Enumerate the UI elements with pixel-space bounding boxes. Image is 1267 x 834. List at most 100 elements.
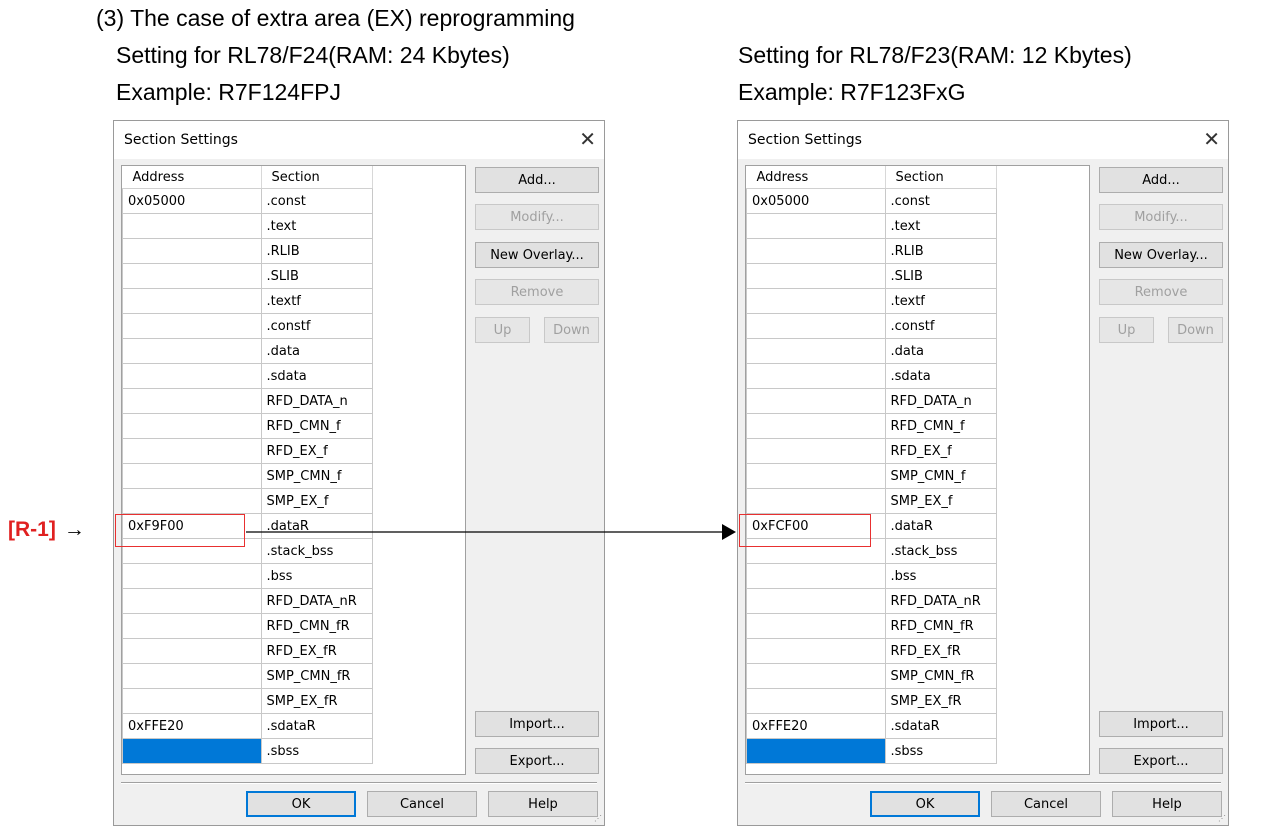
section-cell[interactable]: RFD_DATA_nR [260, 588, 373, 614]
section-cell[interactable]: .RLIB [260, 238, 373, 264]
table-row[interactable]: SMP_EX_fR [122, 688, 373, 714]
table-row[interactable]: .textf [746, 288, 997, 314]
address-cell[interactable] [746, 313, 886, 339]
section-cell[interactable]: RFD_CMN_f [884, 413, 997, 439]
section-cell[interactable]: .sbss [260, 738, 373, 764]
table-row[interactable]: .sbss [746, 738, 997, 764]
up-button[interactable]: Up [475, 317, 530, 343]
section-cell[interactable]: .stack_bss [884, 538, 997, 564]
section-cell[interactable]: RFD_EX_f [884, 438, 997, 464]
section-cell[interactable]: RFD_DATA_n [884, 388, 997, 414]
section-cell[interactable]: SMP_EX_fR [260, 688, 373, 714]
table-row[interactable]: RFD_EX_f [122, 438, 373, 464]
section-cell[interactable]: .text [884, 213, 997, 239]
table-row[interactable]: RFD_DATA_nR [746, 588, 997, 614]
help-button[interactable]: Help [488, 791, 598, 817]
address-cell[interactable] [746, 663, 886, 689]
section-cell[interactable]: .SLIB [884, 263, 997, 289]
section-cell[interactable]: RFD_CMN_fR [884, 613, 997, 639]
table-row[interactable]: 0x05000 .const [122, 188, 373, 214]
cancel-button[interactable]: Cancel [991, 791, 1101, 817]
table-row[interactable]: SMP_CMN_f [746, 463, 997, 489]
table-row[interactable]: .RLIB [122, 238, 373, 264]
section-cell[interactable]: .sdata [884, 363, 997, 389]
section-cell[interactable]: .data [260, 338, 373, 364]
address-cell[interactable] [746, 438, 886, 464]
section-cell[interactable]: SMP_EX_f [260, 488, 373, 514]
address-cell[interactable] [746, 213, 886, 239]
remove-button[interactable]: Remove [475, 279, 599, 305]
address-cell[interactable] [746, 488, 886, 514]
down-button[interactable]: Down [544, 317, 599, 343]
table-row[interactable]: SMP_EX_f [122, 488, 373, 514]
table-row[interactable]: SMP_CMN_f [122, 463, 373, 489]
export-button[interactable]: Export... [1099, 748, 1223, 774]
resize-grip-icon[interactable]: ⋰ [1218, 814, 1226, 823]
section-cell[interactable]: .constf [884, 313, 997, 339]
table-row[interactable]: .sdata [122, 363, 373, 389]
section-cell[interactable]: .constf [260, 313, 373, 339]
address-cell[interactable] [746, 363, 886, 389]
address-cell[interactable] [746, 463, 886, 489]
table-row[interactable]: .data [122, 338, 373, 364]
address-cell[interactable] [746, 388, 886, 414]
section-cell[interactable]: RFD_EX_f [260, 438, 373, 464]
table-row[interactable]: SMP_EX_f [746, 488, 997, 514]
table-row[interactable]: RFD_CMN_fR [122, 613, 373, 639]
address-cell[interactable]: 0xFFE20 [122, 713, 262, 739]
modify-button[interactable]: Modify... [1099, 204, 1223, 230]
address-cell[interactable]: 0x05000 [122, 188, 262, 214]
address-cell[interactable] [122, 413, 262, 439]
ok-button[interactable]: OK [870, 791, 980, 817]
up-button[interactable]: Up [1099, 317, 1154, 343]
modify-button[interactable]: Modify... [475, 204, 599, 230]
table-row[interactable]: RFD_CMN_f [746, 413, 997, 439]
table-row[interactable]: RFD_CMN_fR [746, 613, 997, 639]
table-row[interactable]: RFD_EX_fR [122, 638, 373, 664]
export-button[interactable]: Export... [475, 748, 599, 774]
section-cell[interactable]: .sbss [884, 738, 997, 764]
address-cell[interactable] [122, 338, 262, 364]
section-cell[interactable]: .textf [884, 288, 997, 314]
table-row[interactable]: .data [746, 338, 997, 364]
address-cell[interactable] [746, 588, 886, 614]
import-button[interactable]: Import... [1099, 711, 1223, 737]
address-cell[interactable] [746, 238, 886, 264]
section-cell[interactable]: .sdataR [884, 713, 997, 739]
address-cell[interactable] [122, 263, 262, 289]
address-cell[interactable] [122, 588, 262, 614]
section-cell[interactable]: .dataR [884, 513, 997, 539]
address-cell[interactable] [746, 338, 886, 364]
section-cell[interactable]: RFD_CMN_f [260, 413, 373, 439]
address-cell[interactable] [122, 638, 262, 664]
address-cell[interactable] [122, 388, 262, 414]
help-button[interactable]: Help [1112, 791, 1222, 817]
table-row[interactable]: .text [746, 213, 997, 239]
address-cell[interactable]: 0x05000 [746, 188, 886, 214]
address-cell[interactable] [122, 213, 262, 239]
address-cell[interactable] [746, 688, 886, 714]
resize-grip-icon[interactable]: ⋰ [594, 814, 602, 823]
down-button[interactable]: Down [1168, 317, 1223, 343]
table-row[interactable]: RFD_CMN_f [122, 413, 373, 439]
section-cell[interactable]: .sdata [260, 363, 373, 389]
address-cell[interactable] [746, 263, 886, 289]
close-icon[interactable]: ✕ [1203, 127, 1220, 152]
table-row[interactable]: .text [122, 213, 373, 239]
column-header-section[interactable]: Section [261, 166, 373, 189]
table-row[interactable]: .SLIB [746, 263, 997, 289]
table-row[interactable]: RFD_DATA_n [122, 388, 373, 414]
address-cell[interactable] [122, 438, 262, 464]
table-row[interactable]: .SLIB [122, 263, 373, 289]
table-row[interactable]: .textf [122, 288, 373, 314]
section-cell[interactable]: SMP_CMN_f [260, 463, 373, 489]
table-row[interactable]: .constf [746, 313, 997, 339]
address-cell[interactable] [746, 613, 886, 639]
section-cell[interactable]: RFD_EX_fR [884, 638, 997, 664]
address-cell[interactable] [122, 288, 262, 314]
address-cell[interactable] [122, 238, 262, 264]
section-cell[interactable]: .const [884, 188, 997, 214]
new-overlay-button[interactable]: New Overlay... [1099, 242, 1223, 268]
column-header-address[interactable]: Address [746, 166, 886, 189]
address-cell[interactable]: 0xFFE20 [746, 713, 886, 739]
